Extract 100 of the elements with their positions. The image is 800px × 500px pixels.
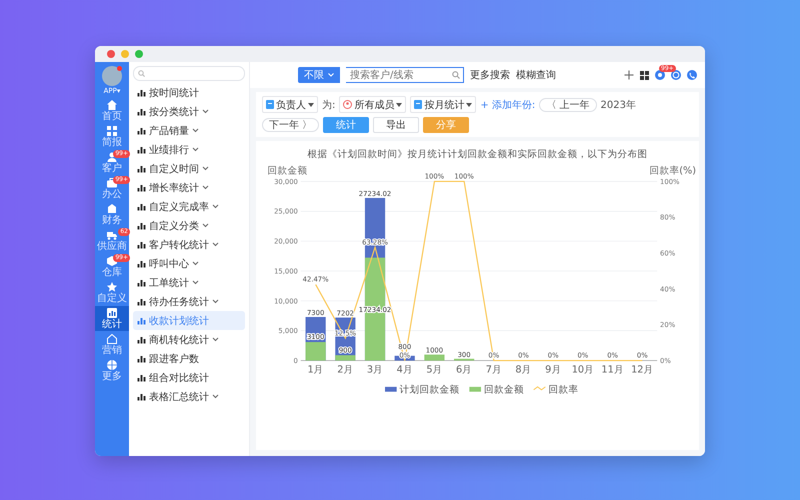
period-dropdown[interactable]: 按月统计: [410, 96, 476, 113]
year-label: 2023年: [600, 98, 636, 112]
chart-icon: [137, 240, 146, 249]
menu-item-label: 客户转化统计: [149, 238, 209, 252]
search-icon: [138, 70, 145, 77]
menu-item[interactable]: 表格汇总统计: [133, 387, 245, 406]
menu-item[interactable]: 自定义完成率: [133, 197, 245, 216]
rail-item-label: 自定义: [97, 293, 127, 304]
rail-item-label: 财务: [102, 215, 122, 226]
chart-icon: [137, 392, 146, 401]
menu-item[interactable]: 呼叫中心: [133, 254, 245, 273]
menu-item[interactable]: 自定义时间: [133, 159, 245, 178]
menu-item-label: 跟进客户数: [149, 352, 199, 366]
bar-chart-icon: [106, 307, 118, 319]
tick-label: 11月: [601, 364, 624, 376]
menu-item[interactable]: 工单统计: [133, 273, 245, 292]
menu-search-field[interactable]: [133, 66, 245, 81]
menu-item-label: 增长率统计: [149, 182, 199, 194]
menu-item[interactable]: 客户转化统计: [133, 235, 245, 254]
chart-icon: [137, 145, 146, 154]
rail-item-label: 客户: [102, 163, 122, 174]
legend-label: 计划回款金额: [400, 384, 460, 396]
menu-item[interactable]: 按时间统计: [133, 83, 245, 102]
menu-item-label: 收款计划统计: [149, 314, 209, 328]
export-button[interactable]: 导出: [373, 117, 420, 133]
calendar-icon: [266, 100, 274, 109]
menu-item[interactable]: 业绩排行: [133, 140, 245, 159]
tick-label: 5月: [426, 364, 442, 376]
bar: [454, 358, 474, 361]
rail-item-label: 更多: [102, 371, 122, 382]
chart-icon: [137, 126, 146, 135]
axis-title: 回款率(%): [649, 166, 696, 177]
chart-icon: [137, 297, 146, 306]
members-dropdown[interactable]: 所有成员: [339, 96, 406, 113]
header-link[interactable]: 更多搜索: [470, 68, 510, 82]
tick-label: 3月: [366, 364, 384, 376]
menu-item[interactable]: 商机转化统计: [133, 330, 245, 349]
search-field[interactable]: 搜索客户/线索: [346, 67, 464, 83]
rail-item-label: 营销: [102, 345, 122, 356]
add-year-link[interactable]: + 添加年份:: [480, 98, 536, 112]
menu-item-label: 商机转化统计: [149, 334, 209, 346]
for-label: 为:: [322, 98, 336, 112]
calendar-icon: [414, 100, 422, 109]
legend-swatch: [385, 386, 397, 392]
menu-item-label: 业绩排行: [149, 144, 189, 156]
chevron-icon: [328, 73, 334, 77]
menu-item[interactable]: 待办任务统计: [133, 292, 245, 311]
rail-item-label: 仓库: [102, 267, 122, 278]
next-year-button[interactable]: 下一年 〉: [262, 118, 320, 132]
legend-label: 回款金额: [484, 384, 524, 396]
grid-icon: [106, 125, 118, 137]
chart-icon: [137, 354, 146, 363]
search-scope-dropdown[interactable]: 不限: [298, 67, 340, 83]
menu-item-label: 待办任务统计: [149, 296, 209, 308]
menu-item[interactable]: 产品销量: [133, 121, 245, 140]
legend-label: 回款率: [548, 384, 578, 396]
phone-icon[interactable]: [687, 70, 697, 80]
menu-item[interactable]: 跟进客户数: [133, 349, 245, 368]
rail-item-label: 简报: [102, 137, 122, 148]
bar: [424, 354, 445, 361]
tick-label: 8月: [515, 364, 532, 376]
avatar[interactable]: [102, 66, 122, 86]
notification-icon[interactable]: [655, 70, 665, 80]
menu-item[interactable]: 增长率统计: [133, 178, 245, 197]
rail-item[interactable]: 统计: [95, 306, 129, 331]
menu-item-label: 自定义分类: [149, 220, 199, 232]
globe-icon: [106, 359, 118, 371]
window-control[interactable]: [135, 50, 143, 58]
header-link[interactable]: 模糊查询: [516, 68, 556, 82]
window-control[interactable]: [107, 50, 115, 58]
chart-icon: [137, 221, 146, 230]
chart-icon: [137, 164, 146, 173]
chart-icon: [137, 278, 146, 287]
caret-icon: [396, 102, 402, 106]
menu-item-label: 自定义时间: [149, 162, 199, 176]
tick-label: 6月: [456, 364, 472, 376]
menu-item-label: 产品销量: [149, 124, 189, 138]
tick-label: 1月: [308, 364, 324, 376]
plus-icon[interactable]: [624, 70, 634, 80]
rail-item-label: 统计: [102, 319, 122, 330]
menu-item[interactable]: 组合对比统计: [133, 368, 245, 387]
chart-icon: [137, 335, 146, 344]
menu-item[interactable]: 按分类统计: [133, 102, 245, 121]
menu-item[interactable]: 自定义分类: [133, 216, 245, 235]
grid-icon[interactable]: [640, 70, 649, 80]
chart-icon: [137, 202, 146, 211]
search-icon[interactable]: [452, 71, 460, 79]
house-outline-icon: [106, 333, 118, 345]
menu-item-label: 呼叫中心: [149, 258, 189, 270]
menu-item-label: 按时间统计: [149, 86, 199, 100]
owner-dropdown[interactable]: 负责人: [262, 96, 318, 113]
chart-icon: [137, 107, 146, 116]
menu-item-label: 组合对比统计: [149, 372, 209, 384]
star-icon: [106, 281, 118, 293]
tick-label: 4月: [396, 364, 413, 376]
legend-swatch: [469, 386, 482, 392]
previous-year-button[interactable]: 〈 上一年: [539, 98, 596, 112]
menu-item-label: 表格汇总统计: [149, 390, 209, 404]
home-icon: [106, 99, 118, 111]
menu-item-label: 按分类统计: [149, 106, 199, 118]
